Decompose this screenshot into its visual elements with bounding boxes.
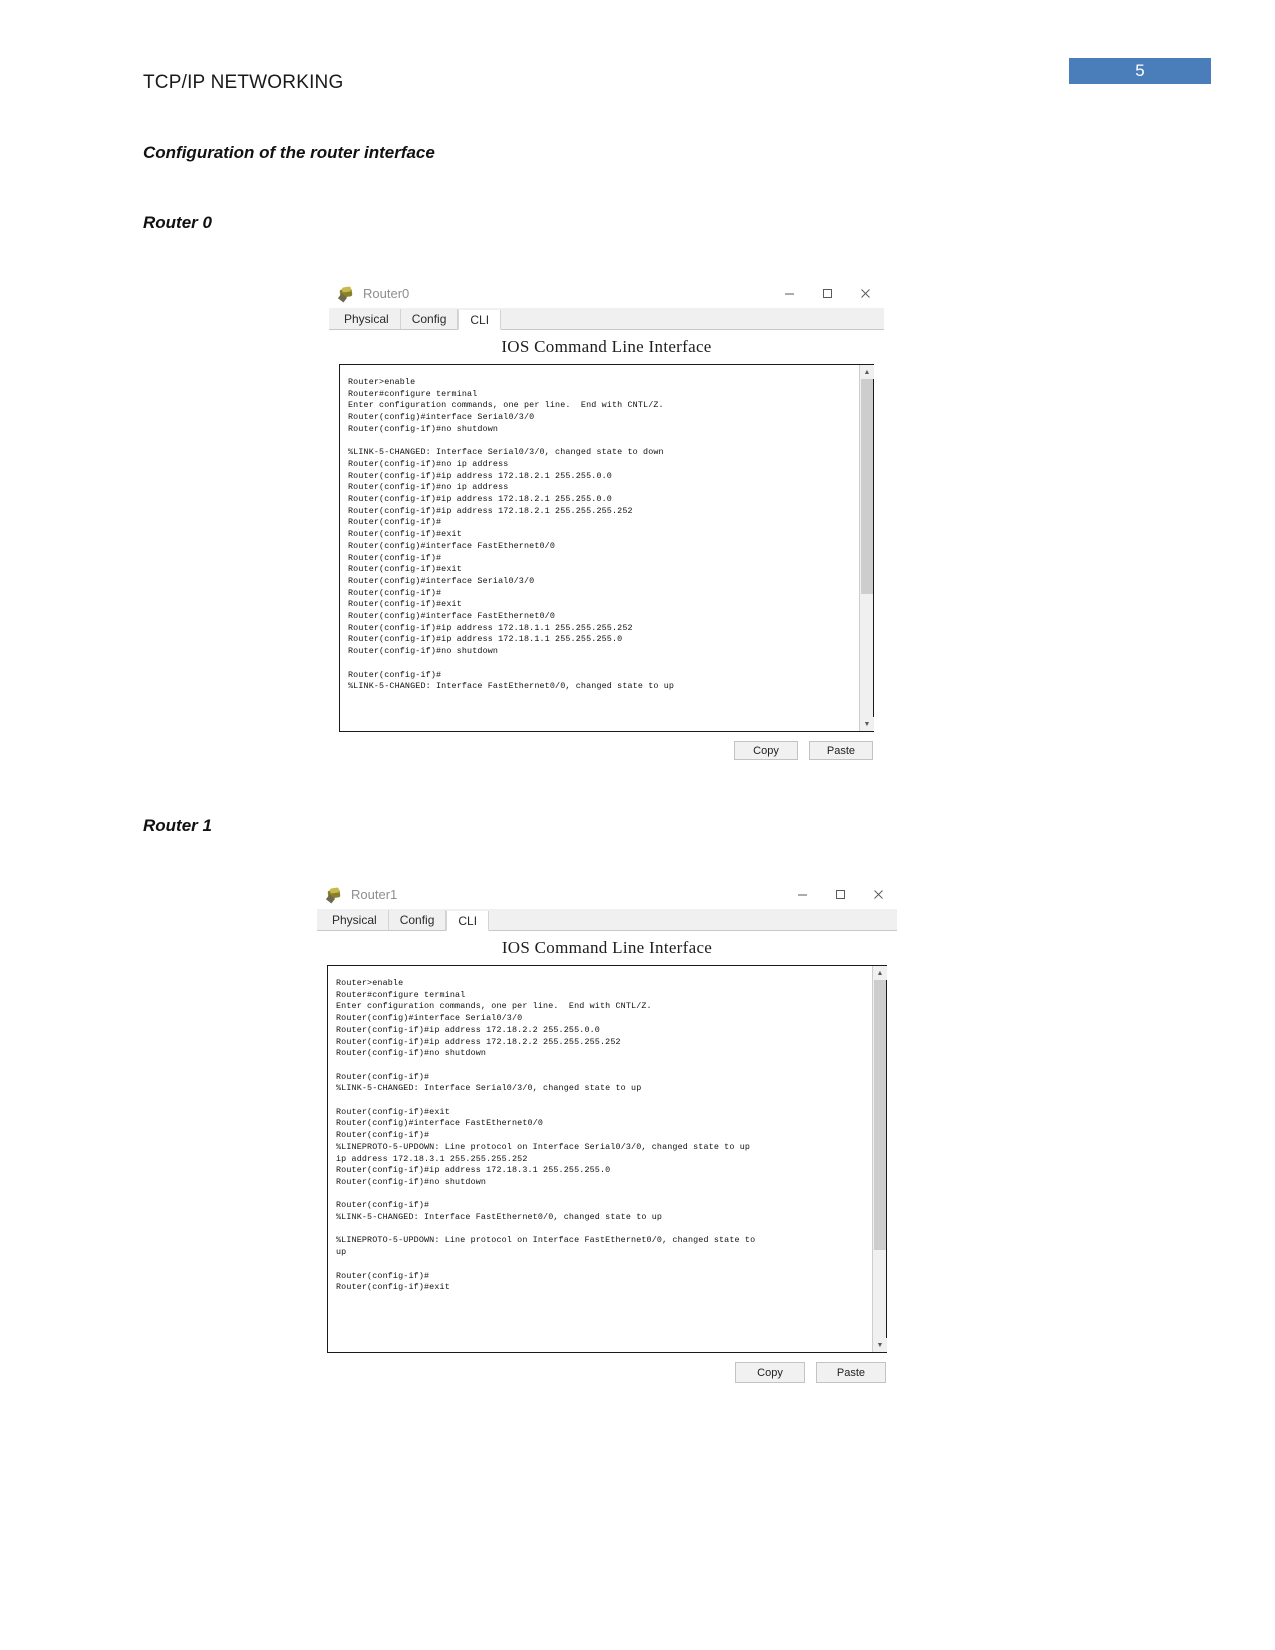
tab-cli[interactable]: CLI [446,911,490,931]
document-header-title: TCP/IP NETWORKING [143,72,344,93]
maximize-icon[interactable] [821,880,859,909]
close-icon[interactable] [846,279,884,308]
window0-controls [770,279,884,308]
section-title: Configuration of the router interface [143,143,435,162]
window1-scrollbar-thumb[interactable] [874,980,886,1250]
tab-physical[interactable]: Physical [321,910,389,930]
router1-heading: Router 1 [143,816,212,835]
tab-config[interactable]: Config [400,309,459,329]
copy-button[interactable]: Copy [734,741,798,760]
minimize-icon[interactable] [770,279,808,308]
close-icon[interactable] [859,880,897,909]
maximize-icon[interactable] [808,279,846,308]
window1-tabbar: Physical Config CLI [317,909,897,931]
window0-cli-heading: IOS Command Line Interface [501,337,712,356]
window1-body: IOS Command Line Interface Router>enable… [317,931,897,1392]
chevron-up-icon[interactable]: ▲ [873,966,887,980]
packet-tracer-window-router1: Router1 Physical Config CLI IOS Command … [317,880,897,1392]
window1-terminal[interactable]: Router>enable Router#configure terminal … [327,965,887,1353]
window0-titlebar: Router0 [329,279,884,308]
window1-title: Router1 [351,887,398,902]
window0-title: Router0 [363,286,410,301]
tab-cli[interactable]: CLI [458,310,502,330]
window0-body: IOS Command Line Interface Router>enable… [329,330,884,769]
window0-button-row: Copy Paste [329,732,884,769]
window1-button-row: Copy Paste [317,1353,897,1392]
paste-button[interactable]: Paste [816,1362,886,1383]
router0-heading: Router 0 [143,213,212,232]
window1-titlebar: Router1 [317,880,897,909]
window1-terminal-text: Router>enable Router#configure terminal … [336,978,756,1293]
window1-scrollbar[interactable]: ▲ ▼ [872,966,887,1352]
window1-controls [783,880,897,909]
tab-config[interactable]: Config [388,910,447,930]
window0-tabbar: Physical Config CLI [329,308,884,330]
tab-physical[interactable]: Physical [333,309,401,329]
chevron-down-icon[interactable]: ▼ [873,1338,887,1352]
router-icon [325,886,344,904]
copy-button[interactable]: Copy [735,1362,805,1383]
chevron-up-icon[interactable]: ▲ [860,365,874,379]
minimize-icon[interactable] [783,880,821,909]
paste-button[interactable]: Paste [809,741,873,760]
window1-cli-heading: IOS Command Line Interface [501,938,713,957]
window0-scrollbar[interactable]: ▲ ▼ [859,365,874,731]
packet-tracer-window-router0: Router0 Physical Config CLI IOS Command … [329,279,884,769]
window0-terminal-text: Router>enable Router#configure terminal … [348,377,675,692]
chevron-down-icon[interactable]: ▼ [860,717,874,731]
page-number-badge: 5 [1069,58,1211,84]
router-icon [337,285,356,303]
window0-terminal[interactable]: Router>enable Router#configure terminal … [339,364,874,732]
window0-scrollbar-thumb[interactable] [861,379,873,594]
